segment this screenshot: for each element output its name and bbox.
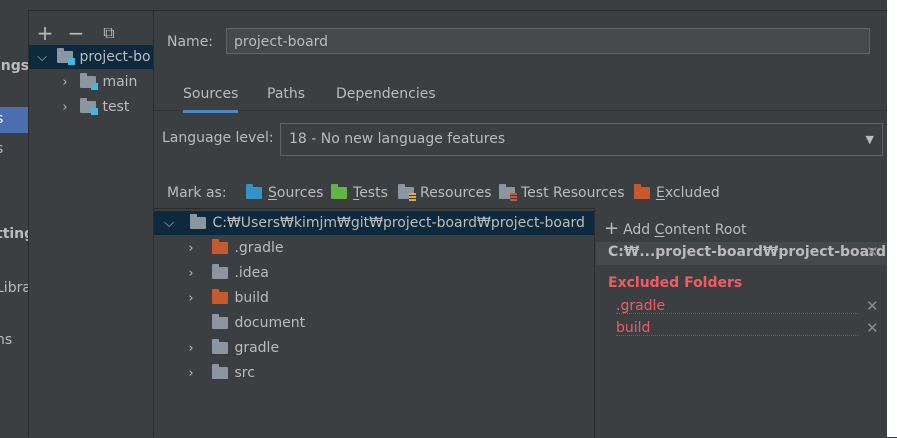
excluded-folder-icon — [212, 239, 229, 254]
chevron-right-icon[interactable]: › — [184, 362, 198, 386]
content-root-path: C:₩Users₩kimjm₩git₩project-board₩project… — [212, 215, 585, 231]
module-tree-label: project-bo — [79, 49, 151, 65]
name-input[interactable]: project-board — [226, 28, 870, 54]
excluded-folder-icon — [212, 289, 229, 304]
chevron-right-icon[interactable]: › — [184, 287, 198, 311]
folder-icon — [212, 314, 229, 329]
mark-sources-button[interactable]: Sources — [246, 182, 323, 204]
dropdown-arrow-icon[interactable]: ▼ — [866, 124, 874, 155]
settings-sidebar: ings s s tting Libra ns — [0, 0, 29, 437]
module-tree-root[interactable]: ⌵ project-bo — [29, 45, 153, 69]
add-content-root-button[interactable]: + Add Content Root — [604, 218, 747, 239]
dotted-divider — [616, 335, 858, 336]
language-level-select[interactable]: 18 - No new language features ▼ — [280, 123, 883, 156]
mark-as-label: Mark as: — [167, 185, 227, 201]
excluded-folder-item[interactable]: .gradle — [616, 298, 665, 314]
content-root-panel: + Add Content Root C:₩...project-board₩pr… — [596, 209, 887, 437]
content-root-tree: ⌵ C:₩Users₩kimjm₩git₩project-board₩proje… — [154, 208, 595, 438]
mark-test-resources-button[interactable]: Test Resources — [499, 182, 625, 204]
excluded-folder-item[interactable]: build — [616, 320, 650, 336]
folder-icon — [212, 339, 229, 354]
content-tree-item[interactable]: › build — [184, 286, 269, 310]
content-tree-item[interactable]: document — [184, 311, 305, 335]
name-label: Name: — [167, 34, 214, 50]
chevron-right-icon[interactable]: › — [58, 71, 72, 95]
sidebar-fragment[interactable]: ings — [0, 58, 28, 74]
folder-icon — [212, 364, 229, 379]
module-list-panel: + − ⧉ ⌵ project-bo › main › test — [29, 11, 154, 437]
content-tree-item[interactable]: › src — [184, 361, 255, 385]
content-tree-item[interactable]: › gradle — [184, 336, 279, 360]
chevron-down-icon[interactable]: ⌵ — [35, 46, 49, 70]
tab-paths[interactable]: Paths — [267, 86, 305, 110]
folder-icon — [212, 264, 229, 279]
module-tree-label: main — [102, 74, 138, 90]
chevron-right-icon[interactable]: › — [184, 337, 198, 361]
chevron-down-icon[interactable]: ⌵ — [162, 212, 176, 236]
plus-icon: + — [604, 218, 620, 239]
module-tree-label: test — [102, 99, 130, 115]
resources-folder-icon — [398, 184, 416, 201]
close-icon[interactable]: ✕ — [866, 319, 879, 337]
module-tree-item[interactable]: › main — [29, 70, 137, 94]
module-folder-icon — [80, 98, 99, 115]
mark-resources-button[interactable]: Resources — [398, 182, 492, 204]
dotted-divider — [616, 313, 858, 314]
module-folder-icon — [57, 48, 76, 65]
excluded-folders-title: Excluded Folders — [608, 275, 743, 291]
content-tree-root-row[interactable]: ⌵ C:₩Users₩kimjm₩git₩project-board₩proje… — [154, 211, 594, 235]
module-tabs: Sources Paths Dependencies — [154, 80, 887, 113]
remove-icon[interactable]: − — [67, 23, 85, 43]
settings-sidebar-selection — [0, 107, 28, 133]
close-icon[interactable]: ✕ — [866, 243, 879, 261]
language-level-label: Language level: — [162, 130, 274, 146]
sidebar-fragment[interactable]: Libra — [0, 280, 28, 296]
top-divider — [28, 0, 897, 11]
sources-folder-icon — [246, 184, 262, 199]
content-root-header: C:₩...project-board₩project-board ✕ — [596, 242, 887, 265]
module-folder-icon — [80, 73, 99, 90]
chevron-right-icon[interactable]: › — [184, 262, 198, 286]
folder-icon — [190, 214, 207, 229]
tab-sources[interactable]: Sources — [183, 86, 239, 113]
language-level-value: 18 - No new language features — [289, 131, 506, 147]
tests-folder-icon — [331, 184, 347, 199]
tab-dependencies[interactable]: Dependencies — [336, 86, 436, 110]
copy-icon[interactable]: ⧉ — [100, 24, 118, 42]
add-icon[interactable]: + — [36, 23, 54, 43]
chevron-right-icon[interactable]: › — [184, 237, 198, 261]
mark-excluded-button[interactable]: Excluded — [634, 182, 720, 204]
module-tree-item[interactable]: › test — [29, 95, 129, 119]
excluded-folder-icon — [634, 184, 650, 199]
sidebar-fragment[interactable]: tting — [0, 226, 28, 242]
content-tree-item[interactable]: › .gradle — [184, 236, 284, 260]
mark-tests-button[interactable]: Tests — [331, 182, 388, 204]
sidebar-fragment[interactable]: ns — [0, 332, 12, 348]
test-resources-folder-icon — [499, 184, 517, 201]
sidebar-fragment[interactable]: s — [0, 111, 3, 127]
window-edge — [887, 0, 897, 437]
close-icon[interactable]: ✕ — [866, 297, 879, 315]
content-root-path-label: C:₩...project-board₩project-board — [608, 244, 887, 260]
sidebar-fragment[interactable]: s — [0, 141, 3, 157]
content-tree-item[interactable]: › .idea — [184, 261, 269, 285]
chevron-right-icon[interactable]: › — [58, 96, 72, 120]
